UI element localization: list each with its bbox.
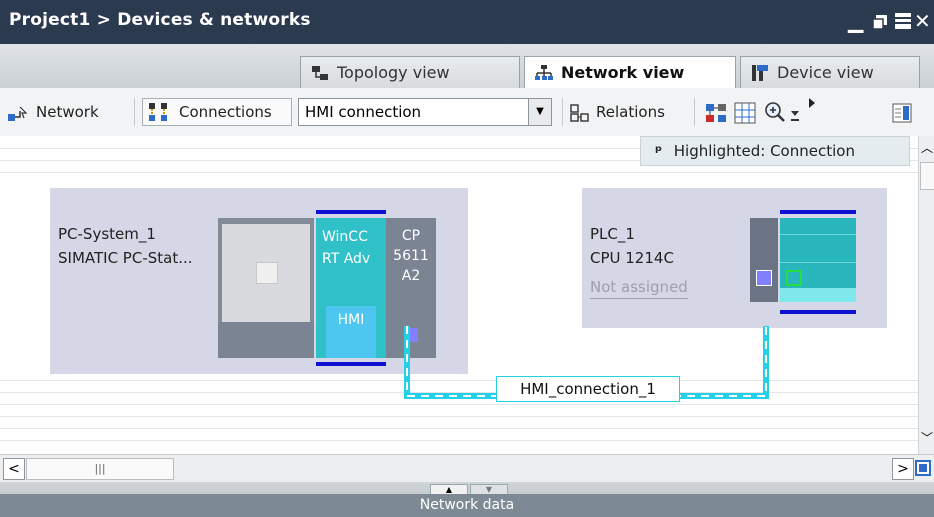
connection-label[interactable]: HMI_connection_1 bbox=[496, 376, 680, 402]
scroll-up-icon[interactable]: ︿ bbox=[920, 138, 934, 158]
network-icon bbox=[535, 65, 553, 81]
scroll-thumb-grip: ||| bbox=[94, 462, 106, 475]
chevron-down-icon[interactable]: ▼ bbox=[528, 99, 551, 125]
tab-label: Device view bbox=[777, 63, 874, 82]
tab-label: Network view bbox=[561, 63, 685, 82]
network-button-label[interactable]: Network bbox=[36, 98, 99, 126]
tab-device-view[interactable]: Device view bbox=[740, 56, 920, 88]
window-title-bar: Project1 > Devices & networks ▁ ✕ bbox=[0, 0, 934, 44]
toolbar-separator bbox=[562, 98, 563, 126]
scroll-left-icon[interactable]: < bbox=[3, 458, 25, 480]
network-toolbar: Network Connections HMI connection ▼ Rel… bbox=[0, 88, 934, 137]
toolbar-separator bbox=[134, 98, 135, 126]
toolbar-separator bbox=[694, 98, 695, 126]
topology-icon bbox=[311, 65, 329, 81]
more-arrow-icon[interactable] bbox=[808, 94, 816, 108]
network-overview-icon[interactable] bbox=[704, 102, 728, 124]
tab-topology-view[interactable]: Topology view bbox=[300, 56, 520, 88]
network-canvas[interactable]: ᵖ Highlighted: Connection PC-System_1 SI… bbox=[0, 136, 918, 454]
network-data-label: Network data bbox=[419, 497, 515, 513]
connection-type-value: HMI connection bbox=[305, 103, 422, 121]
relations-icon[interactable] bbox=[570, 104, 590, 122]
hmi-connection-line[interactable] bbox=[0, 136, 918, 454]
scroll-down-icon[interactable]: ﹀ bbox=[920, 428, 934, 448]
grid-icon[interactable] bbox=[734, 102, 756, 124]
connection-type-select[interactable]: HMI connection ▼ bbox=[298, 98, 552, 126]
connections-button[interactable]: Connections bbox=[142, 98, 292, 126]
tab-network-view[interactable]: Network view bbox=[524, 56, 736, 89]
navigator-icon[interactable] bbox=[915, 458, 931, 478]
panel-toggle-icon[interactable] bbox=[892, 103, 912, 123]
view-tab-bar: Topology view Network view Device view bbox=[0, 44, 934, 89]
maximize-icon[interactable] bbox=[895, 13, 911, 29]
close-icon[interactable]: ✕ bbox=[914, 9, 931, 33]
network-data-panel[interactable]: Network data bbox=[0, 494, 934, 517]
network-mode-icon[interactable] bbox=[8, 105, 30, 123]
minimize-icon[interactable]: ▁ bbox=[848, 9, 863, 33]
relations-label[interactable]: Relations bbox=[596, 98, 665, 126]
window-title: Project1 > Devices & networks bbox=[9, 10, 311, 30]
vertical-scroll-thumb[interactable] bbox=[920, 162, 934, 190]
device-icon bbox=[751, 65, 769, 81]
zoom-icon[interactable] bbox=[764, 101, 786, 123]
restore-icon[interactable] bbox=[872, 14, 887, 30]
horizontal-scroll-thumb[interactable]: ||| bbox=[26, 458, 174, 480]
tab-label: Topology view bbox=[337, 63, 450, 82]
scroll-right-icon[interactable]: > bbox=[892, 458, 914, 480]
zoom-dropdown-icon[interactable] bbox=[789, 108, 801, 122]
connections-icon bbox=[149, 103, 167, 121]
vertical-scrollbar[interactable]: ︿ ﹀ bbox=[918, 136, 934, 454]
connections-label: Connections bbox=[179, 103, 272, 121]
horizontal-scrollbar[interactable]: < ||| > bbox=[0, 454, 934, 483]
